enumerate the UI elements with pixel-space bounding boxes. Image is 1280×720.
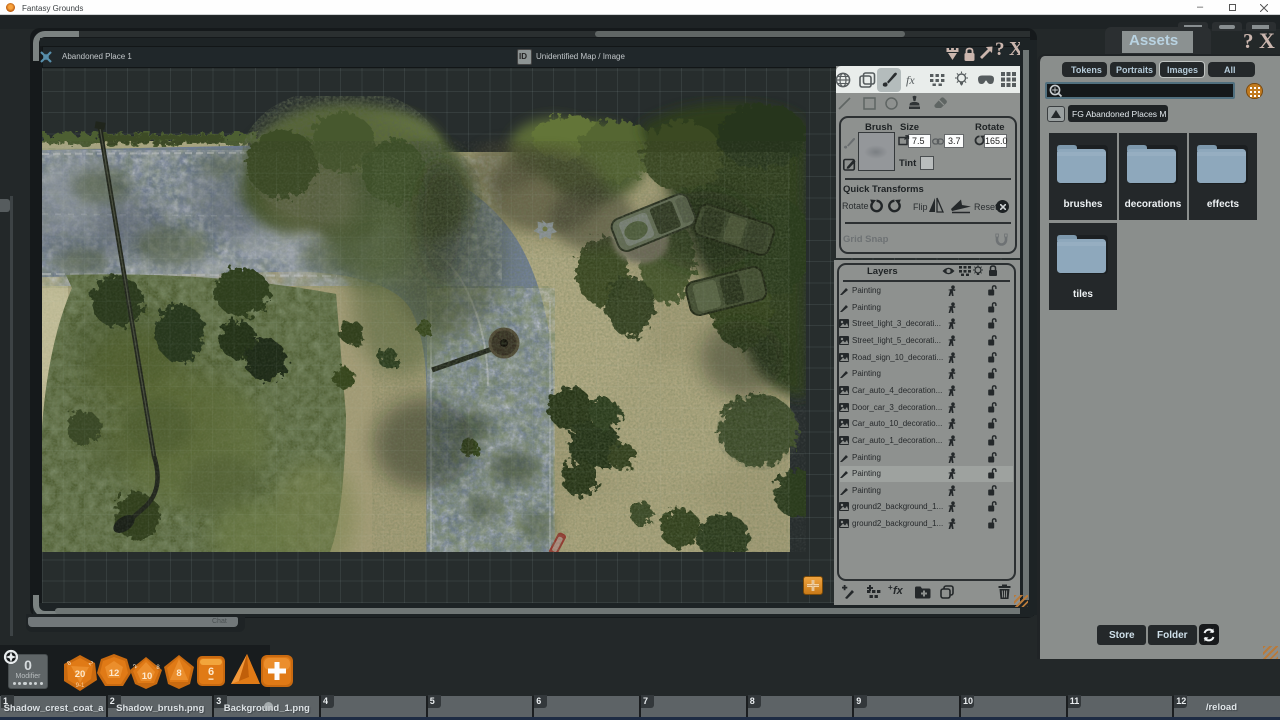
svg-text:12: 12	[109, 668, 120, 679]
svg-text:20: 20	[75, 669, 86, 680]
svg-text:6: 6	[208, 666, 214, 678]
svg-text:8: 8	[176, 668, 181, 679]
svg-text:10: 10	[142, 671, 153, 682]
svg-text:9-1: 9-1	[76, 683, 85, 689]
